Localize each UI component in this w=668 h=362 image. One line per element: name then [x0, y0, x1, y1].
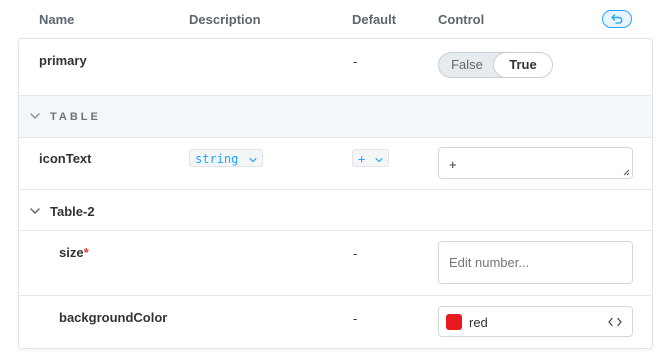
text-input-value: +	[449, 157, 457, 172]
resize-handle-icon[interactable]	[623, 169, 630, 176]
table-row-primary: primary - False True	[19, 39, 652, 96]
arg-name-primary: primary	[39, 53, 87, 68]
default-badge-label: +	[358, 152, 366, 166]
args-table: primary - False True TABLE iconText stri…	[18, 38, 653, 349]
arg-name-backgroundcolor: backgroundColor	[59, 310, 168, 325]
number-input-size[interactable]	[438, 241, 633, 284]
column-header-name: Name	[39, 12, 75, 27]
chevron-down-icon	[30, 208, 40, 214]
type-badge-string[interactable]: string	[189, 149, 263, 167]
arg-name-size-label: size	[59, 245, 84, 260]
column-header-description: Description	[189, 12, 261, 27]
section-label: TABLE	[50, 111, 101, 123]
section-row-table[interactable]: TABLE	[19, 96, 652, 138]
default-value-primary: -	[353, 54, 358, 69]
arg-name-icontext: iconText	[39, 151, 92, 166]
color-value-text[interactable]: red	[469, 315, 488, 330]
color-swatch[interactable]	[446, 314, 462, 330]
chevron-down-icon	[30, 113, 40, 119]
toggle-option-false[interactable]: False	[439, 53, 495, 77]
undo-icon	[611, 14, 623, 24]
type-badge-label: string	[195, 152, 239, 166]
text-input-icontext[interactable]: +	[438, 147, 633, 179]
table-row-size: size* -	[19, 231, 652, 296]
reset-controls-button[interactable]	[602, 10, 632, 28]
default-badge-icontext[interactable]: +	[352, 149, 390, 167]
column-header-default: Default	[352, 12, 397, 27]
required-indicator: *	[83, 245, 89, 260]
args-table-header: Name Description Default Control	[0, 0, 668, 38]
column-header-control: Control	[438, 12, 485, 27]
boolean-toggle-primary[interactable]: False True	[438, 52, 552, 78]
subsection-label: Table-2	[50, 204, 95, 219]
chevron-down-icon	[375, 157, 384, 163]
table-row-icontext: iconText string + +	[19, 137, 652, 190]
code-icon[interactable]	[608, 317, 622, 327]
arg-name-size: size*	[59, 245, 89, 260]
subsection-row-table-2[interactable]: Table-2	[19, 190, 652, 231]
default-value-backgroundcolor: -	[353, 311, 358, 326]
table-row-backgroundcolor: backgroundColor - red	[19, 296, 652, 348]
default-value-size: -	[353, 246, 358, 261]
chevron-down-icon	[248, 157, 257, 163]
color-input-backgroundcolor[interactable]: red	[438, 306, 633, 337]
toggle-option-true[interactable]: True	[494, 53, 552, 77]
